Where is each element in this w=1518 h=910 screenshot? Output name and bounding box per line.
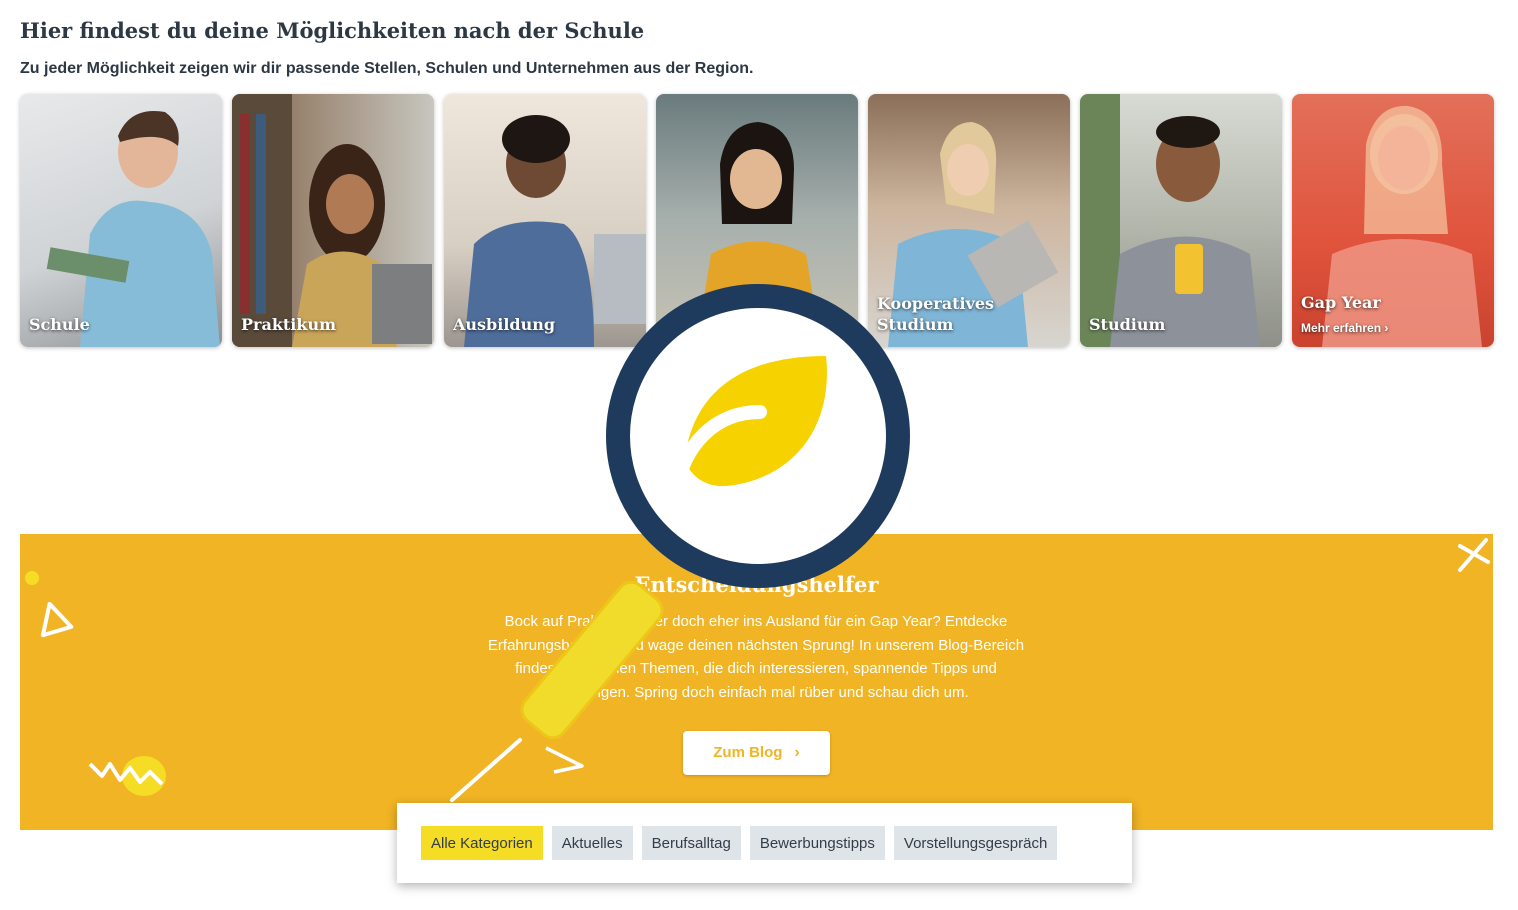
card-label: Schule (29, 315, 90, 335)
chevron-right-icon: › (794, 744, 800, 761)
card-schule[interactable]: Schule (20, 94, 222, 347)
card-photo (464, 115, 646, 347)
options-card-row: Schule Praktikum Ausbildung Duales Studi… (20, 94, 1494, 347)
card-praktikum[interactable]: Praktikum (232, 94, 434, 347)
zum-blog-label: Zum Blog (713, 744, 783, 761)
card-photo (232, 94, 432, 347)
card-studium[interactable]: Studium (1080, 94, 1282, 347)
filter-vorstellungsgespraech[interactable]: Vorstellungsgespräch (893, 826, 1058, 860)
zum-blog-button[interactable]: Zum Blog › (683, 731, 830, 775)
card-label: Ausbildung (453, 315, 556, 335)
card-label: Gap Year Mehr erfahren › (1301, 292, 1485, 336)
card-photo (1080, 94, 1260, 347)
card-duales-studium[interactable]: Duales Studium (656, 94, 858, 347)
filter-aktuelles[interactable]: Aktuelles (551, 826, 633, 860)
card-label: Praktikum (241, 315, 337, 335)
leaf-icon (669, 356, 827, 497)
triangle-outline-icon (40, 602, 74, 638)
page-heading: Hier findest du deine Möglichkeiten nach… (20, 18, 645, 43)
page-subheading: Zu jeder Möglichkeit zeigen wir dir pass… (20, 60, 754, 77)
category-filter-bar: Alle Kategorien Aktuelles Berufsalltag B… (397, 803, 1132, 883)
mehr-erfahren-link[interactable]: Mehr erfahren › (1301, 320, 1485, 336)
filter-berufsalltag[interactable]: Berufsalltag (641, 826, 741, 860)
card-photo (696, 122, 821, 347)
card-kooperatives-studium[interactable]: Kooperatives Studium (868, 94, 1070, 347)
banner-title: Entscheidungshelfer (634, 572, 879, 597)
card-label: Duales Studium (665, 315, 809, 335)
squiggle-icon (88, 756, 166, 796)
cross-icon (1458, 538, 1490, 572)
triangle-outline-icon (545, 746, 584, 774)
banner-text: Bock auf Praktikum oder doch eher ins Au… (487, 613, 1025, 701)
card-label: Kooperatives Studium (877, 293, 995, 335)
filter-alle-kategorien[interactable]: Alle Kategorien (421, 826, 543, 860)
card-photo (46, 111, 220, 347)
card-label: Studium (1089, 315, 1166, 335)
card-ausbildung[interactable]: Ausbildung (444, 94, 646, 347)
decision-helper-banner: Entscheidungshelfer Bock auf Praktikum o… (20, 534, 1493, 830)
card-gap-year[interactable]: Gap Year Mehr erfahren › (1292, 94, 1494, 347)
filter-bewerbungstipps[interactable]: Bewerbungstipps (749, 826, 885, 860)
